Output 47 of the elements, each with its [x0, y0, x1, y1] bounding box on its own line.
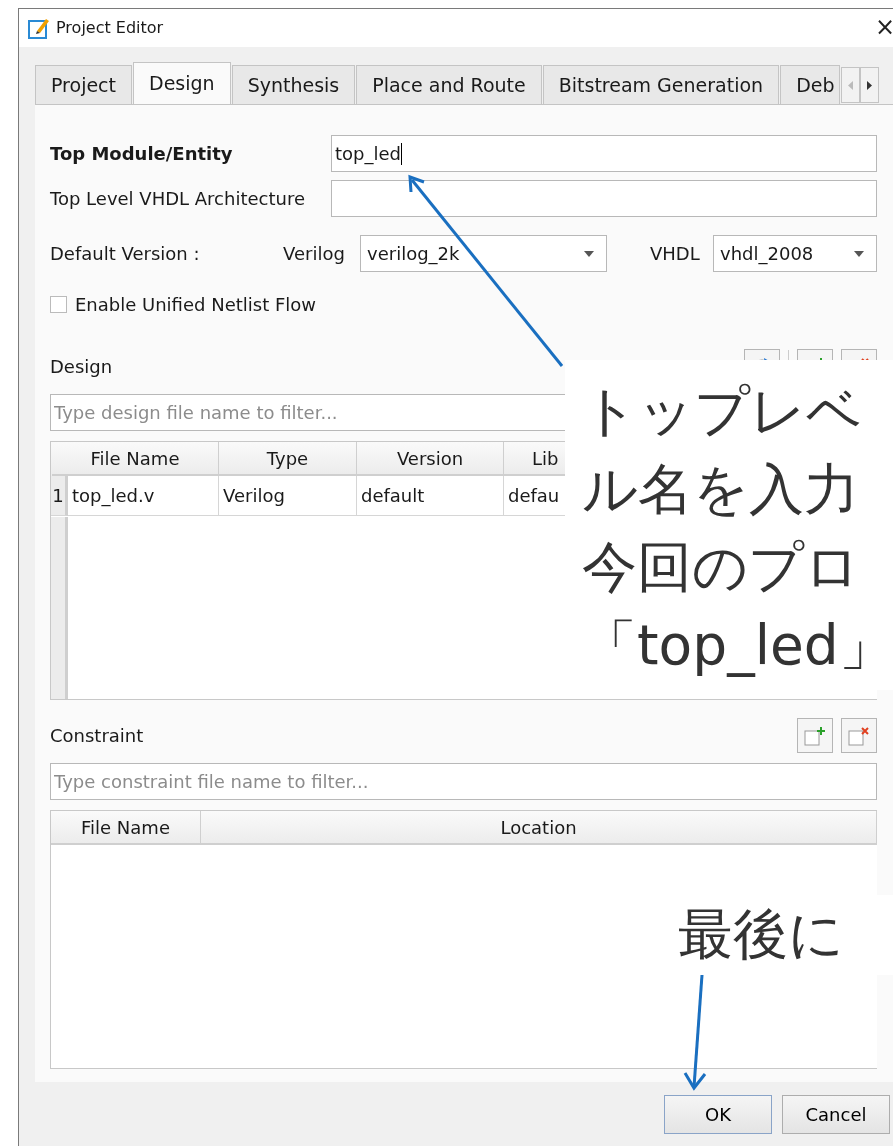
remove-file-button[interactable] — [841, 718, 877, 753]
field-label: Top Level VHDL Architecture — [50, 187, 306, 211]
field-label: VHDL — [650, 242, 701, 266]
dropdown[interactable]: verilog_2k — [360, 235, 607, 272]
close-button[interactable]: × — [875, 15, 893, 39]
column-header[interactable]: File Name — [52, 442, 219, 476]
column-header[interactable]: Version — [357, 442, 504, 476]
field-label: Top Module/Entity — [50, 142, 234, 166]
dropdown[interactable]: vhdl_2008 — [713, 235, 877, 272]
field-label: Default Version : — [50, 242, 201, 266]
annotation-text: ル名を入力 — [582, 456, 860, 523]
left-arrow-icon — [847, 80, 853, 90]
tab[interactable]: Bitstream Generation — [542, 65, 780, 104]
input-field[interactable]: top_led — [331, 135, 877, 172]
field-label: Verilog — [283, 242, 346, 266]
table-cell: Verilog — [219, 476, 357, 516]
tab[interactable]: Design — [133, 62, 231, 104]
checkbox[interactable] — [50, 296, 67, 313]
input-field[interactable] — [331, 180, 877, 217]
column-header[interactable]: Lib — [504, 442, 565, 476]
annotation-text: 最後に — [678, 901, 845, 968]
tab[interactable]: Place and Route — [356, 65, 542, 104]
add-file-icon — [804, 725, 826, 746]
tab[interactable]: Deb — [780, 65, 840, 104]
section-title: Design — [50, 355, 113, 379]
ok-button[interactable]: OK — [664, 1095, 772, 1134]
window-title: Project Editor — [56, 17, 164, 39]
column-header[interactable]: Type — [219, 442, 357, 476]
column-header[interactable]: Location — [201, 811, 877, 845]
section-title: Constraint — [50, 724, 144, 748]
edit-document-icon — [28, 17, 50, 39]
add-file-button[interactable] — [797, 718, 833, 753]
caret-icon — [854, 250, 864, 257]
annotation-text: 「top_led」 — [582, 612, 893, 679]
table-cell: default — [357, 476, 504, 516]
remove-file-icon — [848, 725, 870, 746]
row-number: 1 — [51, 476, 68, 516]
right-arrow-icon — [866, 80, 872, 90]
table-cell: top_led.v — [68, 476, 219, 516]
checkbox-label: Enable Unified Netlist Flow — [75, 293, 317, 317]
caret-icon — [584, 250, 594, 257]
column-header[interactable]: File Name — [51, 811, 201, 845]
cancel-button[interactable]: Cancel — [782, 1095, 890, 1134]
annotation-text: 今回のプロ — [582, 534, 861, 601]
filter-field[interactable]: Type constraint file name to filter... — [50, 763, 877, 800]
tab[interactable]: Synthesis — [231, 65, 356, 104]
tab[interactable]: Project — [35, 65, 132, 104]
